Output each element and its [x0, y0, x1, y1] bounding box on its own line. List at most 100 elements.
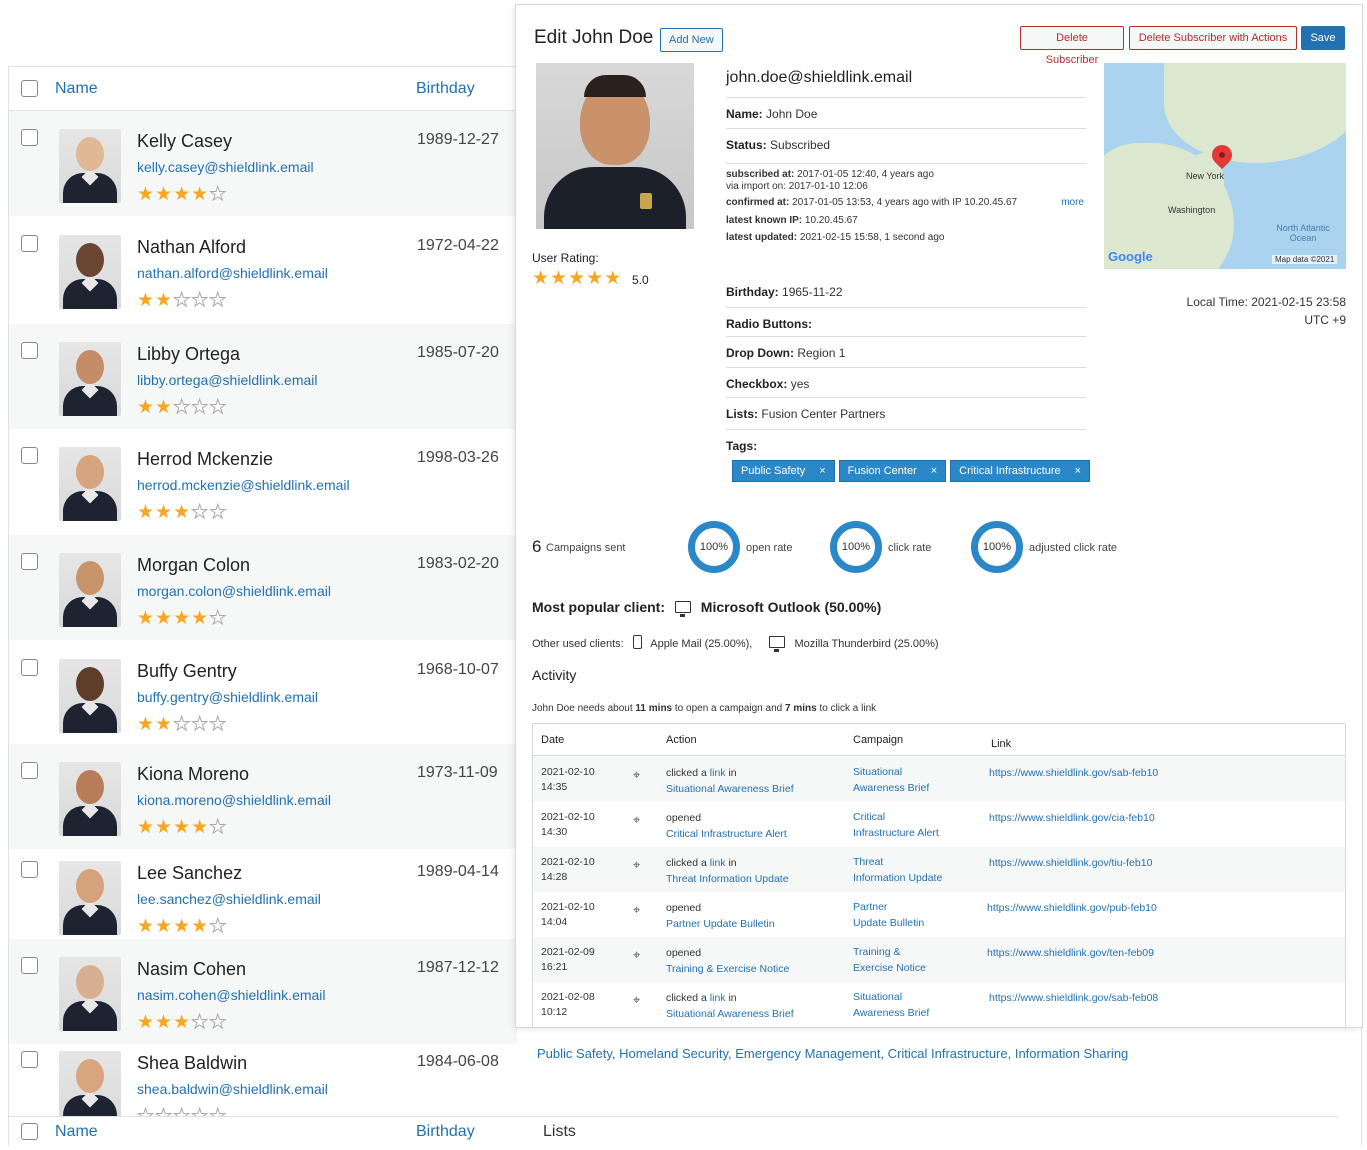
select-all-checkbox-footer[interactable]	[21, 1123, 38, 1140]
row-checkbox[interactable]	[21, 659, 38, 676]
star-filled-icon[interactable]: ★	[173, 1012, 191, 1033]
subscriber-name[interactable]: Nathan Alford	[137, 237, 246, 258]
rating-stars[interactable]: ★★★★★	[137, 396, 227, 419]
campaign-line-2[interactable]: Awareness Brief	[853, 780, 929, 796]
delete-subscriber-button[interactable]: Delete Subscriber	[1020, 26, 1124, 66]
save-button[interactable]: Save	[1301, 26, 1345, 50]
delete-with-actions-button[interactable]: Delete Subscriber with Actions	[1129, 26, 1297, 50]
star-filled-icon[interactable]: ★	[173, 608, 191, 629]
action-target[interactable]: Threat Information Update	[666, 871, 789, 887]
star-empty-icon[interactable]: ★	[209, 397, 227, 419]
location-map[interactable]: New York Washington North Atlantic Ocean…	[1104, 63, 1346, 269]
subscriber-name[interactable]: Kiona Moreno	[137, 764, 249, 785]
activity-link[interactable]: https://www.shieldlink.gov/sab-feb10	[989, 767, 1158, 779]
rating-stars[interactable]: ★★★★★	[137, 183, 227, 206]
row-checkbox[interactable]	[21, 447, 38, 464]
star-filled-icon[interactable]: ★	[191, 608, 209, 629]
action-target[interactable]: Situational Awareness Brief	[666, 1006, 794, 1022]
rating-stars[interactable]: ★★★★★	[137, 607, 227, 630]
subscriber-name[interactable]: Morgan Colon	[137, 555, 250, 576]
star-filled-icon[interactable]: ★	[155, 184, 173, 205]
star-filled-icon[interactable]: ★	[155, 1012, 173, 1033]
action-target[interactable]: Partner Update Bulletin	[666, 916, 775, 932]
campaign-line-1[interactable]: Situational	[853, 764, 929, 780]
subscriber-name[interactable]: Buffy Gentry	[137, 661, 237, 682]
map-data-credit[interactable]: Map data ©2021	[1272, 255, 1338, 264]
star-empty-icon[interactable]: ★	[209, 714, 227, 736]
row-checkbox[interactable]	[21, 861, 38, 878]
star-filled-icon[interactable]: ★	[173, 184, 191, 205]
table-row[interactable]: Buffy Gentry buffy.gentry@shieldlink.emai…	[9, 641, 517, 746]
subscriber-email[interactable]: nathan.alford@shieldlink.email	[137, 265, 328, 281]
star-empty-icon[interactable]: ★	[191, 502, 209, 524]
activity-campaign[interactable]: Partner Update Bulletin	[853, 899, 924, 931]
star-filled-icon[interactable]: ★	[586, 268, 604, 289]
star-filled-icon[interactable]: ★	[137, 916, 155, 937]
lists-links[interactable]: Public Safety, Homeland Security, Emerge…	[537, 1046, 1128, 1061]
star-empty-icon[interactable]: ★	[191, 714, 209, 736]
star-filled-icon[interactable]: ★	[137, 1012, 155, 1033]
star-filled-icon[interactable]: ★	[137, 397, 155, 418]
select-all-checkbox[interactable]	[21, 80, 38, 97]
star-filled-icon[interactable]: ★	[532, 268, 550, 289]
row-checkbox[interactable]	[21, 957, 38, 974]
more-link[interactable]: more	[1061, 195, 1084, 210]
star-filled-icon[interactable]: ★	[137, 714, 155, 735]
subscriber-email[interactable]: kelly.casey@shieldlink.email	[137, 159, 314, 175]
star-empty-icon[interactable]: ★	[191, 1012, 209, 1034]
action-target[interactable]: Situational Awareness Brief	[666, 781, 794, 797]
star-empty-icon[interactable]: ★	[191, 397, 209, 419]
star-filled-icon[interactable]: ★	[155, 817, 173, 838]
subscriber-email[interactable]: shea.baldwin@shieldlink.email	[137, 1081, 328, 1097]
table-row[interactable]: Libby Ortega libby.ortega@shieldlink.emai…	[9, 324, 517, 429]
star-filled-icon[interactable]: ★	[155, 916, 173, 937]
activity-campaign[interactable]: Situational Awareness Brief	[853, 764, 929, 796]
subscriber-email[interactable]: libby.ortega@shieldlink.email	[137, 372, 317, 388]
star-empty-icon[interactable]: ★	[209, 290, 227, 312]
star-filled-icon[interactable]: ★	[173, 916, 191, 937]
rating-stars[interactable]: ★★★★★	[137, 816, 227, 839]
close-icon[interactable]: ×	[819, 465, 825, 477]
rating-stars[interactable]: ★★★★★	[137, 713, 227, 736]
activity-link[interactable]: https://www.shieldlink.gov/cia-feb10	[989, 812, 1155, 824]
activity-campaign[interactable]: Situational Awareness Brief	[853, 989, 929, 1021]
star-filled-icon[interactable]: ★	[155, 502, 173, 523]
star-filled-icon[interactable]: ★	[155, 608, 173, 629]
action-target[interactable]: Training & Exercise Notice	[666, 961, 789, 977]
star-empty-icon[interactable]: ★	[209, 502, 227, 524]
subscriber-name[interactable]: Shea Baldwin	[137, 1053, 247, 1074]
star-empty-icon[interactable]: ★	[209, 817, 227, 839]
star-filled-icon[interactable]: ★	[568, 268, 586, 289]
row-checkbox[interactable]	[21, 1051, 38, 1068]
campaign-line-2[interactable]: Exercise Notice	[853, 960, 926, 976]
activity-campaign[interactable]: Threat Information Update	[853, 854, 942, 886]
birthday-column-footer[interactable]: Birthday	[416, 1123, 475, 1141]
subscriber-name[interactable]: Lee Sanchez	[137, 863, 242, 884]
subscriber-email[interactable]: buffy.gentry@shieldlink.email	[137, 689, 318, 705]
star-filled-icon[interactable]: ★	[173, 817, 191, 838]
name-column-header[interactable]: Name	[55, 80, 98, 98]
star-filled-icon[interactable]: ★	[191, 916, 209, 937]
star-empty-icon[interactable]: ★	[209, 1012, 227, 1034]
rating-stars[interactable]: ★★★★★	[137, 1011, 227, 1034]
table-row[interactable]: Morgan Colon morgan.colon@shieldlink.emai…	[9, 535, 517, 640]
table-row[interactable]: Kiona Moreno kiona.moreno@shieldlink.emai…	[9, 744, 517, 849]
subscriber-name[interactable]: Nasim Cohen	[137, 959, 246, 980]
star-empty-icon[interactable]: ★	[209, 184, 227, 206]
subscriber-name[interactable]: Libby Ortega	[137, 344, 240, 365]
table-row[interactable]: Herrod Mckenzie herrod.mckenzie@shieldlin…	[9, 429, 517, 534]
star-filled-icon[interactable]: ★	[137, 184, 155, 205]
user-rating-stars[interactable]: ★★★★★	[532, 267, 622, 290]
campaign-line-1[interactable]: Training &	[853, 944, 926, 960]
campaign-line-2[interactable]: Update Bulletin	[853, 915, 924, 931]
row-checkbox[interactable]	[21, 342, 38, 359]
close-icon[interactable]: ×	[1075, 465, 1081, 477]
subscriber-name[interactable]: Herrod Mckenzie	[137, 449, 273, 470]
action-link[interactable]: link	[710, 992, 726, 1004]
campaign-line-1[interactable]: Situational	[853, 989, 929, 1005]
rating-stars[interactable]: ★★★★★	[137, 501, 227, 524]
activity-link[interactable]: https://www.shieldlink.gov/pub-feb10	[987, 902, 1157, 914]
campaign-line-2[interactable]: Infrastructure Alert	[853, 825, 939, 841]
rating-stars[interactable]: ★★★★★	[137, 289, 227, 312]
rating-stars[interactable]: ★★★★★	[137, 915, 227, 938]
